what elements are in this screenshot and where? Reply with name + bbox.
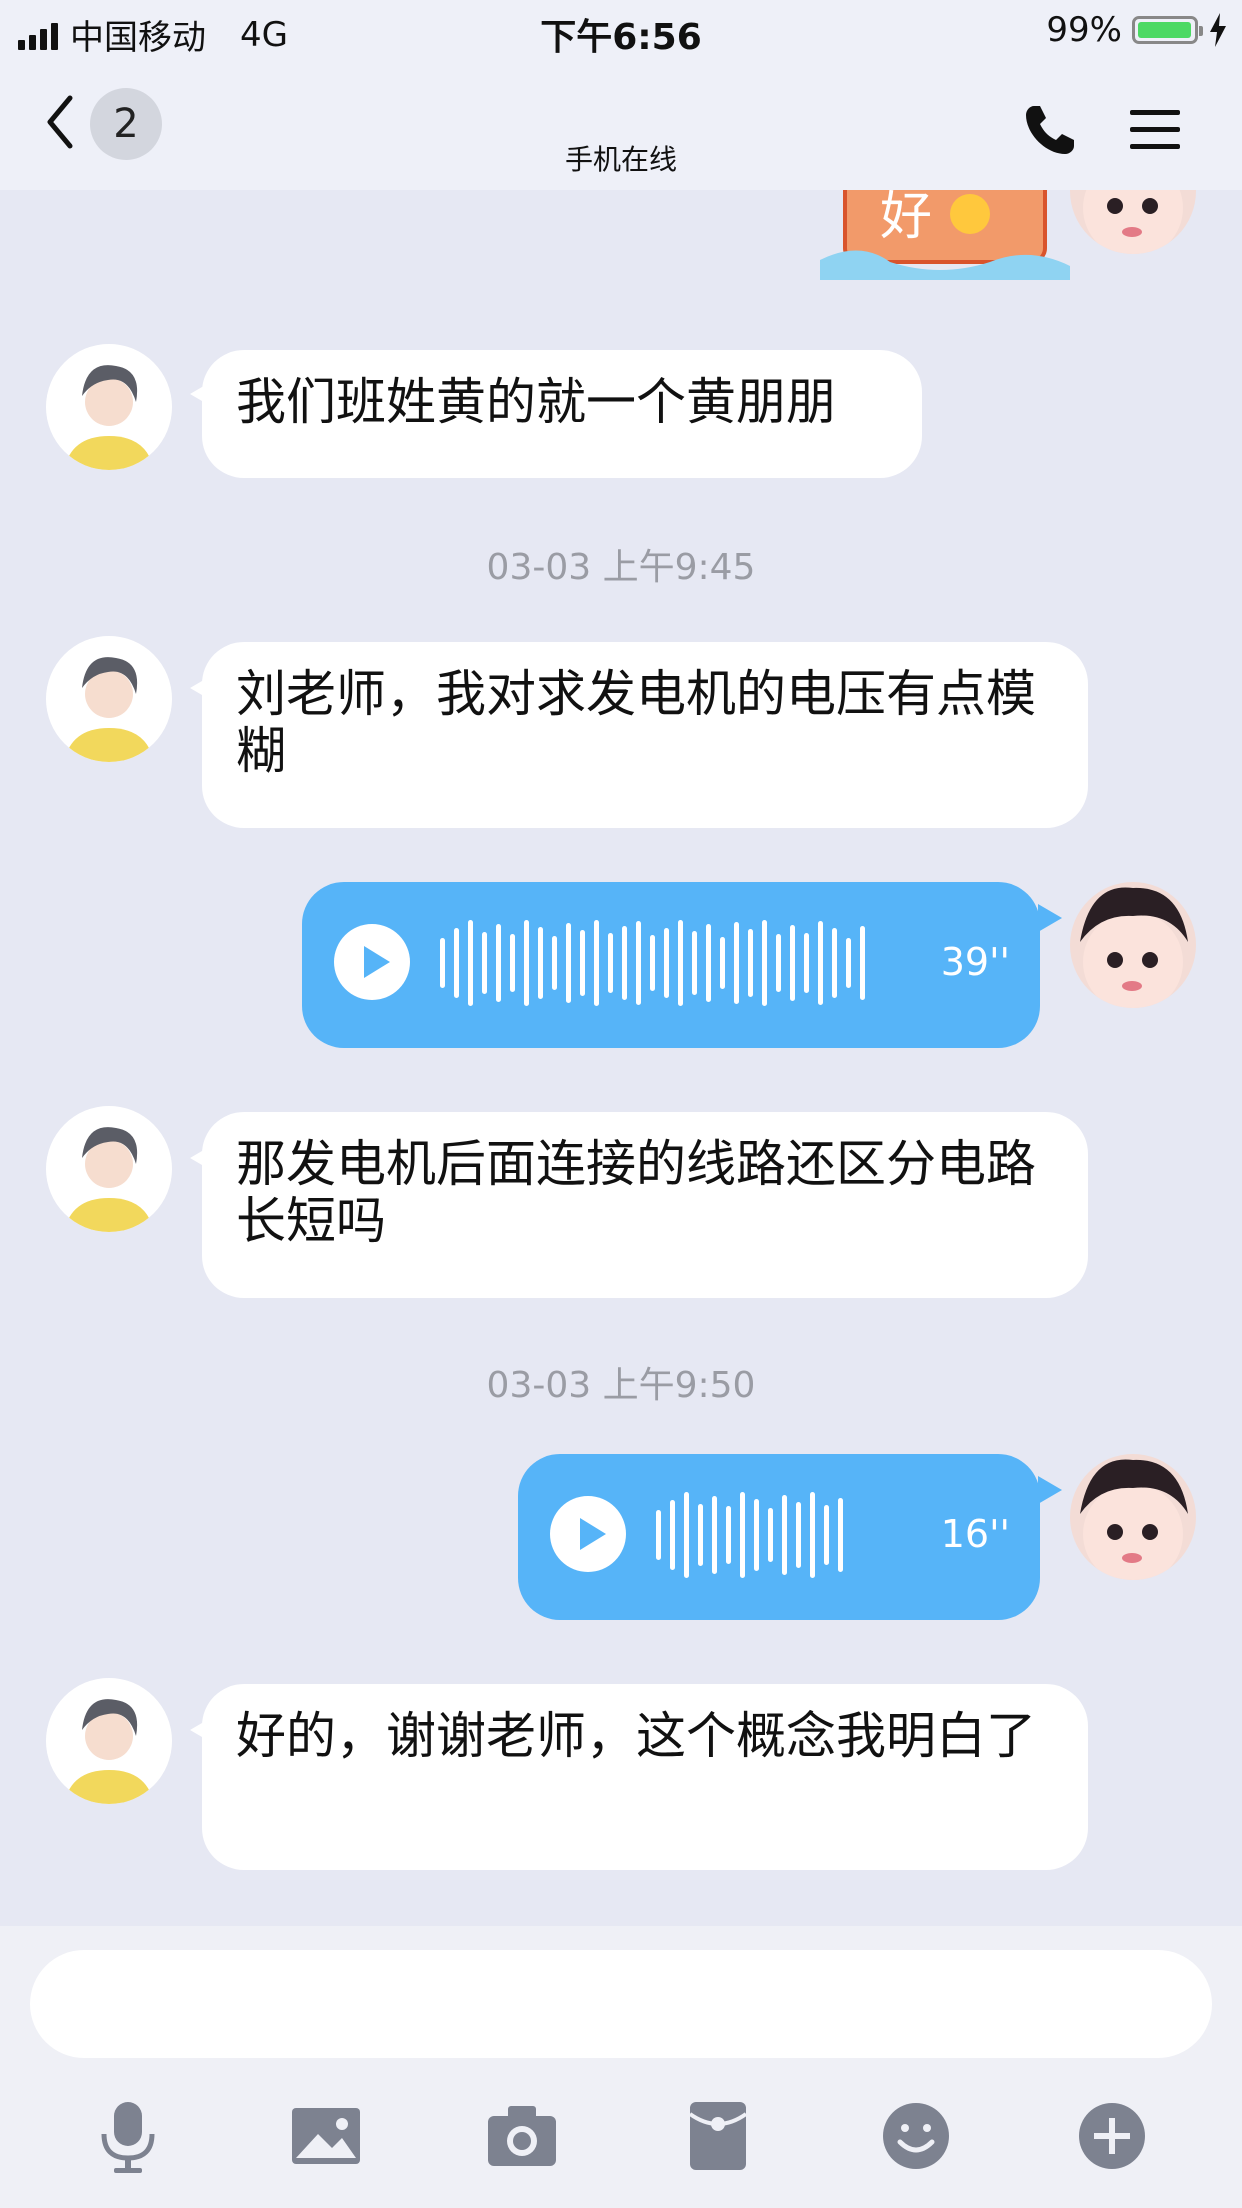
- waveform-bar: [768, 1508, 773, 1562]
- waveform-bar: [832, 928, 837, 998]
- waveform-bar: [684, 1492, 689, 1578]
- waveform-bar: [740, 1492, 745, 1578]
- bubble-tail: [1038, 1476, 1062, 1504]
- waveform-bar: [818, 921, 823, 1005]
- waveform-bar: [810, 1492, 815, 1578]
- waveform-bar: [594, 920, 599, 1006]
- waveform-bar: [524, 920, 529, 1006]
- waveform-bar: [454, 928, 459, 998]
- waveform-bar: [440, 938, 445, 988]
- battery-icon: [1132, 16, 1203, 44]
- waveform-bar: [692, 931, 697, 995]
- message-text: 那发电机后面连接的线路还区分电路长短吗: [236, 1135, 1036, 1250]
- battery-group: 99%: [1046, 10, 1228, 50]
- waveform-bar: [664, 928, 669, 998]
- phone-icon[interactable]: [1022, 102, 1078, 158]
- charging-icon: [1210, 13, 1226, 47]
- waveform-bar: [790, 925, 795, 1001]
- waveform-bar: [824, 1505, 829, 1565]
- image-icon[interactable]: [286, 2096, 366, 2176]
- play-icon[interactable]: [550, 1496, 626, 1572]
- waveform-bar: [496, 924, 501, 1002]
- camera-icon[interactable]: [482, 2096, 562, 2176]
- waveform-bar: [566, 923, 571, 1003]
- waveform-bar: [776, 934, 781, 992]
- ok-sticker[interactable]: 好: [820, 190, 1070, 280]
- waveform-bar: [734, 922, 739, 1004]
- avatar-teacher[interactable]: [46, 1678, 172, 1804]
- avatar-self[interactable]: [1070, 882, 1196, 1008]
- waveform-bar: [720, 937, 725, 989]
- waveform-bar: [552, 936, 557, 990]
- waveform-bar: [510, 934, 515, 992]
- waveform-bar: [670, 1500, 675, 1570]
- timestamp: 03-03 上午9:50: [486, 1365, 756, 1406]
- avatar-self[interactable]: [1070, 190, 1196, 254]
- voice-duration: 39'': [940, 940, 1010, 984]
- red-packet-icon[interactable]: [678, 2096, 758, 2176]
- chat-area[interactable]: 好 我们班姓黄的就一个黄朋朋 03-03 上午9:45 刘老师，我对求发电机的电…: [0, 190, 1242, 1926]
- message-input[interactable]: [30, 1950, 1212, 2058]
- sticker-text: 好: [880, 190, 933, 247]
- waveform-bar: [726, 1506, 731, 1564]
- waveform-bar: [754, 1499, 759, 1571]
- waveform-bar: [860, 926, 865, 1000]
- play-icon[interactable]: [334, 924, 410, 1000]
- voice-message[interactable]: 39'': [302, 882, 1040, 1048]
- battery-percent: 99%: [1046, 10, 1122, 50]
- voice-message[interactable]: 16'': [518, 1454, 1040, 1620]
- waveform-bar: [846, 938, 851, 988]
- waveform-bar: [796, 1502, 801, 1568]
- timestamp: 03-03 上午9:45: [486, 547, 756, 588]
- message-text: 我们班姓黄的就一个黄朋朋: [236, 373, 836, 431]
- avatar-teacher[interactable]: [46, 1106, 172, 1232]
- waveform-bar: [838, 1498, 843, 1572]
- waveform-bar: [468, 920, 473, 1006]
- waveform-bar: [482, 932, 487, 994]
- waveform-bar: [608, 933, 613, 993]
- waveform-bar: [580, 930, 585, 996]
- waveform-bar: [782, 1495, 787, 1575]
- waveform-bar: [622, 926, 627, 1000]
- message-bubble[interactable]: 好的，谢谢老师，这个概念我明白了: [202, 1684, 1088, 1870]
- status-bar: 中国移动 4G 下午6:56 99%: [0, 0, 1242, 62]
- message-bubble[interactable]: 刘老师，我对求发电机的电压有点模糊: [202, 642, 1088, 828]
- waveform: [440, 920, 865, 1006]
- message-bubble[interactable]: 那发电机后面连接的线路还区分电路长短吗: [202, 1112, 1088, 1298]
- waveform-bar: [804, 933, 809, 993]
- microphone-icon[interactable]: [88, 2096, 168, 2176]
- message-text: 刘老师，我对求发电机的电压有点模糊: [236, 665, 1036, 780]
- avatar-self[interactable]: [1070, 1454, 1196, 1580]
- message-text: 好的，谢谢老师，这个概念我明白了: [236, 1707, 1036, 1765]
- waveform-bar: [538, 927, 543, 999]
- avatar-teacher[interactable]: [46, 636, 172, 762]
- emoji-icon[interactable]: [876, 2096, 956, 2176]
- waveform-bar: [678, 920, 683, 1006]
- message-bubble[interactable]: 我们班姓黄的就一个黄朋朋: [202, 350, 922, 478]
- waveform-bar: [636, 921, 641, 1005]
- voice-duration: 16'': [940, 1512, 1010, 1556]
- waveform: [656, 1492, 843, 1578]
- menu-icon[interactable]: [1128, 106, 1182, 154]
- input-area: [0, 1926, 1242, 2208]
- waveform-bar: [748, 929, 753, 997]
- waveform-bar: [656, 1510, 661, 1560]
- waveform-bar: [762, 920, 767, 1006]
- nav-bar: 2 手机在线: [0, 62, 1242, 190]
- waveform-bar: [650, 935, 655, 991]
- plus-icon[interactable]: [1072, 2096, 1152, 2176]
- waveform-bar: [706, 924, 711, 1002]
- bubble-tail: [1038, 904, 1062, 932]
- waveform-bar: [712, 1496, 717, 1574]
- waveform-bar: [698, 1504, 703, 1566]
- avatar-teacher[interactable]: [46, 344, 172, 470]
